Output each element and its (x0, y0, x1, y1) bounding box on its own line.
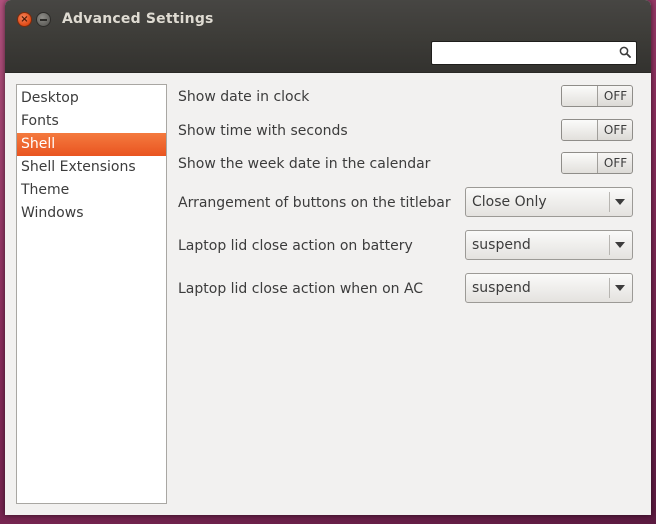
setting-label: Show time with seconds (178, 123, 348, 139)
select-separator (609, 235, 610, 255)
chevron-down-icon (615, 199, 625, 205)
toggle-state: OFF (603, 123, 628, 137)
date-in-clock-toggle[interactable]: OFF (561, 85, 633, 107)
sidebar-item-desktop[interactable]: Desktop (17, 87, 166, 110)
toolbar (5, 40, 651, 73)
sidebar-item-theme[interactable]: Theme (17, 179, 166, 202)
sidebar-item-shell[interactable]: Shell (17, 133, 166, 156)
setting-label: Arrangement of buttons on the titlebar (178, 195, 451, 211)
toggle-knob[interactable] (562, 153, 598, 173)
week-date-toggle[interactable]: OFF (561, 152, 633, 174)
chevron-down-icon (615, 285, 625, 291)
lid-ac-select[interactable]: suspend (465, 273, 633, 303)
setting-row-lid-battery: Laptop lid close action on battery suspe… (178, 230, 633, 262)
window-minimize-button[interactable] (36, 12, 51, 27)
close-icon: × (20, 13, 29, 25)
select-separator (609, 278, 610, 298)
minimize-icon (40, 18, 47, 21)
toggle-knob[interactable] (562, 120, 598, 140)
setting-row-date-in-clock: Show date in clock OFF (178, 81, 633, 113)
setting-label: Show date in clock (178, 89, 310, 105)
setting-row-time-with-seconds: Show time with seconds OFF (178, 115, 633, 147)
setting-row-week-date: Show the week date in the calendar OFF (178, 148, 633, 180)
search-icon[interactable] (619, 46, 631, 58)
sidebar-item-fonts[interactable]: Fonts (17, 110, 166, 133)
toggle-state: OFF (603, 89, 628, 103)
chevron-down-icon (615, 242, 625, 248)
setting-row-lid-ac: Laptop lid close action when on AC suspe… (178, 273, 633, 305)
lid-battery-select[interactable]: suspend (465, 230, 633, 260)
setting-label: Laptop lid close action on battery (178, 238, 413, 254)
sidebar-item-shell-extensions[interactable]: Shell Extensions (17, 156, 166, 179)
titlebar-buttons-select[interactable]: Close Only (465, 187, 633, 217)
window-title: Advanced Settings (62, 11, 214, 27)
toggle-state: OFF (603, 156, 628, 170)
select-value: suspend (472, 237, 531, 253)
setting-label: Laptop lid close action when on AC (178, 281, 424, 297)
advanced-settings-window: × Advanced Settings Desktop Fonts Shell … (5, 0, 651, 515)
toggle-knob[interactable] (562, 86, 598, 106)
sidebar-item-windows[interactable]: Windows (17, 202, 166, 225)
select-value: suspend (472, 280, 531, 296)
setting-label: Show the week date in the calendar (178, 156, 431, 172)
titlebar: × Advanced Settings (5, 0, 651, 40)
time-with-seconds-toggle[interactable]: OFF (561, 119, 633, 141)
select-separator (609, 192, 610, 212)
window-close-button[interactable]: × (17, 12, 32, 27)
sidebar: Desktop Fonts Shell Shell Extensions The… (16, 84, 167, 504)
content-area: Desktop Fonts Shell Shell Extensions The… (5, 73, 651, 515)
select-value: Close Only (472, 194, 547, 210)
setting-row-titlebar-buttons: Arrangement of buttons on the titlebar C… (178, 187, 633, 219)
search-input[interactable] (431, 41, 637, 65)
